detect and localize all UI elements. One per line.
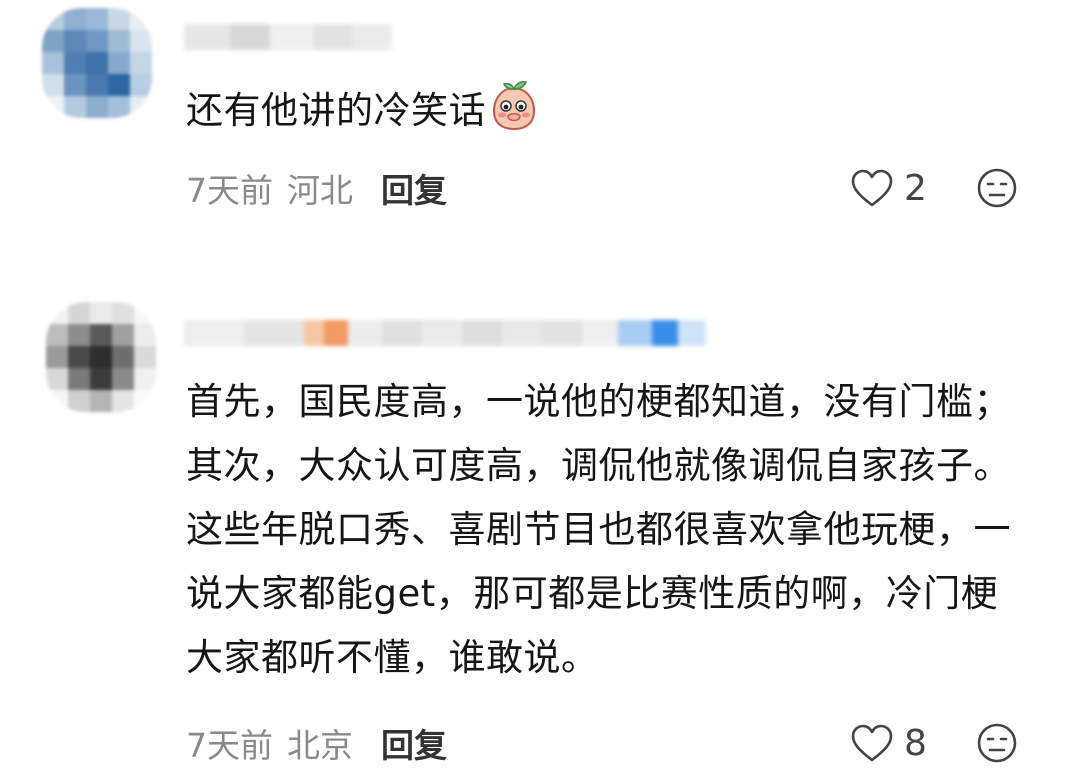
reply-button[interactable]: 回复 bbox=[381, 164, 447, 212]
username-blurred[interactable] bbox=[184, 316, 706, 350]
frown-face-icon[interactable] bbox=[976, 722, 1018, 764]
heart-outline-icon bbox=[851, 724, 893, 762]
avatar[interactable] bbox=[46, 302, 156, 412]
reply-button[interactable]: 回复 bbox=[381, 719, 447, 767]
comment-meta: 7天前 河北 回复 bbox=[186, 163, 447, 213]
like-count: 8 bbox=[904, 722, 927, 764]
comment-region: 河北 bbox=[287, 171, 353, 210]
username-blurred[interactable] bbox=[184, 20, 392, 54]
like-button[interactable]: 8 bbox=[850, 718, 927, 768]
comment-time: 7天前 bbox=[186, 726, 273, 765]
like-count: 2 bbox=[904, 167, 927, 209]
heart-outline-icon bbox=[851, 169, 893, 207]
comment-region: 北京 bbox=[287, 726, 353, 765]
comment-text-content: 还有他讲的冷笑话 bbox=[186, 89, 486, 132]
comment-text: 还有他讲的冷笑话 bbox=[186, 78, 1036, 144]
comment-item: 还有他讲的冷笑话 7天前 河北 回复 2 bbox=[0, 0, 1084, 240]
comment-meta: 7天前 北京 回复 bbox=[186, 718, 447, 768]
like-button[interactable]: 2 bbox=[850, 163, 927, 213]
comment-text-content: 首先，国民度高，一说他的梗都知道，没有门槛；其次，大众认可度高，调侃他就像调侃自… bbox=[186, 380, 1011, 679]
comment-time: 7天前 bbox=[186, 171, 273, 210]
peach-cover-mouth-emoji bbox=[492, 81, 536, 131]
comment-text: 首先，国民度高，一说他的梗都知道，没有门槛；其次，大众认可度高，调侃他就像调侃自… bbox=[186, 370, 1032, 690]
avatar[interactable] bbox=[42, 8, 152, 118]
frown-face-icon[interactable] bbox=[976, 167, 1018, 209]
comment-item: 首先，国民度高，一说他的梗都知道，没有门槛；其次，大众认可度高，调侃他就像调侃自… bbox=[0, 240, 1084, 784]
